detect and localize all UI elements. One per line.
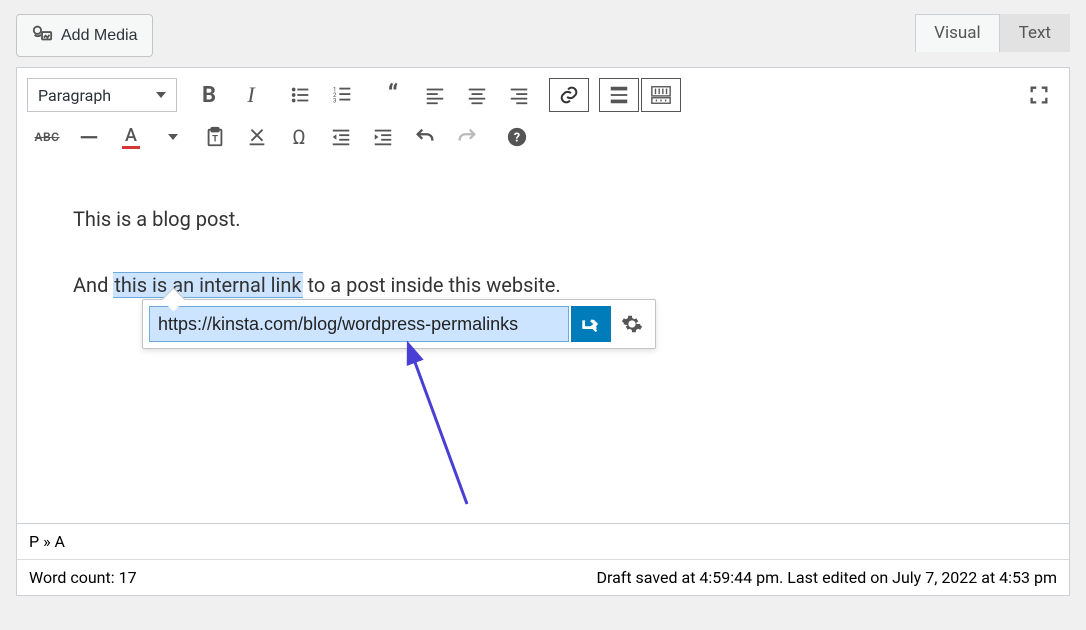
text-after: to a post inside this website. (303, 273, 561, 297)
editor-toolbar: Paragraph B I 123 “ (16, 67, 1070, 164)
link-button[interactable] (549, 78, 589, 112)
chevron-down-icon (156, 92, 166, 98)
paragraph-2: And this is an internal link to a post i… (73, 270, 1013, 300)
align-center-button[interactable] (457, 78, 497, 112)
word-count: Word count: 17 (29, 568, 137, 587)
numbered-list-button[interactable]: 123 (323, 78, 363, 112)
text-color-dropdown[interactable] (153, 120, 193, 154)
bulleted-list-button[interactable] (281, 78, 321, 112)
horizontal-line-button[interactable] (69, 120, 109, 154)
apply-link-button[interactable] (571, 306, 611, 342)
svg-text:3: 3 (333, 96, 337, 104)
paragraph-1: This is a blog post. (73, 204, 1013, 234)
link-url-input[interactable] (149, 306, 569, 342)
add-media-button[interactable]: Add Media (16, 14, 153, 57)
outdent-button[interactable] (321, 120, 361, 154)
svg-text:?: ? (514, 131, 520, 146)
undo-button[interactable] (405, 120, 445, 154)
add-media-label: Add Media (61, 27, 138, 45)
save-status: Draft saved at 4:59:44 pm. Last edited o… (596, 568, 1057, 587)
annotation-arrow-icon (397, 334, 497, 524)
bold-button[interactable]: B (189, 78, 229, 112)
format-label: Paragraph (38, 86, 111, 105)
format-dropdown[interactable]: Paragraph (27, 78, 177, 112)
editor-content-area[interactable]: This is a blog post. And this is an inte… (16, 164, 1070, 524)
italic-button[interactable]: I (231, 78, 271, 112)
link-options-button[interactable] (615, 306, 649, 342)
blockquote-button[interactable]: “ (373, 78, 413, 112)
tab-text[interactable]: Text (1000, 14, 1070, 52)
strikethrough-button[interactable]: ABC (27, 120, 67, 154)
special-character-button[interactable]: Ω (279, 120, 319, 154)
selected-link-text[interactable]: this is an internal link (113, 272, 302, 298)
indent-button[interactable] (363, 120, 403, 154)
text-color-button[interactable]: A (111, 120, 151, 154)
status-bar: P » A Word count: 17 Draft saved at 4:59… (16, 524, 1070, 596)
align-left-button[interactable] (415, 78, 455, 112)
editor-tabs: Visual Text (915, 14, 1070, 52)
fullscreen-button[interactable] (1019, 78, 1059, 112)
redo-button[interactable] (447, 120, 487, 154)
read-more-button[interactable] (599, 78, 639, 112)
tab-visual[interactable]: Visual (915, 14, 999, 52)
svg-text:T: T (212, 135, 218, 145)
text-before: And (73, 273, 113, 297)
align-right-button[interactable] (499, 78, 539, 112)
help-button[interactable]: ? (497, 120, 537, 154)
clear-formatting-button[interactable] (237, 120, 277, 154)
media-icon (31, 22, 53, 49)
toolbar-toggle-button[interactable] (641, 78, 681, 112)
paste-text-button[interactable]: T (195, 120, 235, 154)
link-insert-popup (142, 299, 656, 349)
element-path[interactable]: P » A (17, 524, 1069, 560)
